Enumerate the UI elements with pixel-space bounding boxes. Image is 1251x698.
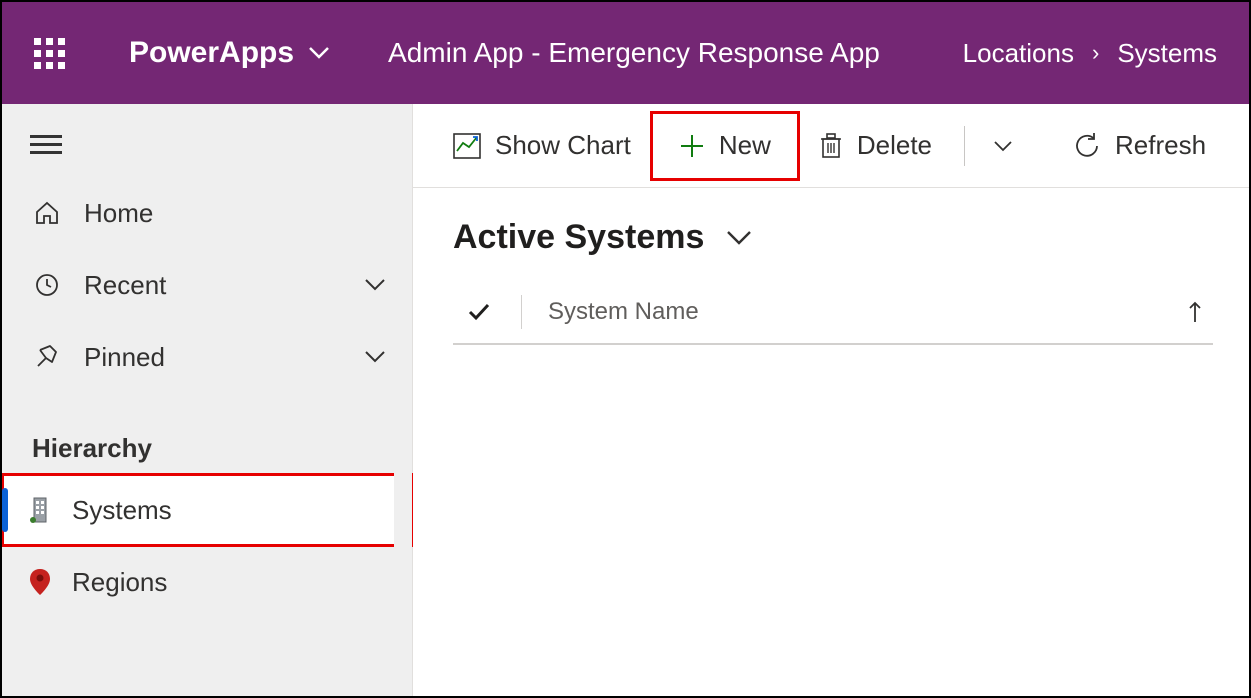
refresh-button[interactable]: Refresh bbox=[1051, 116, 1228, 176]
grid-header: System Name bbox=[453, 295, 1213, 345]
building-icon bbox=[26, 496, 54, 524]
refresh-icon bbox=[1073, 132, 1101, 160]
nav-pinned-label: Pinned bbox=[84, 342, 165, 373]
chevron-right-icon: › bbox=[1092, 40, 1099, 66]
global-header: PowerApps Admin App - Emergency Response… bbox=[2, 2, 1249, 104]
main-area: Show Chart New Delete bbox=[412, 104, 1249, 696]
select-all-checkbox[interactable] bbox=[453, 302, 491, 322]
trash-icon bbox=[819, 132, 843, 160]
chevron-down-icon[interactable] bbox=[364, 350, 386, 364]
nav-systems[interactable]: Systems bbox=[2, 474, 412, 546]
chevron-down-icon[interactable] bbox=[364, 278, 386, 292]
home-icon bbox=[32, 200, 62, 226]
breadcrumb: Locations › Systems bbox=[963, 38, 1217, 69]
nav-regions[interactable]: Regions bbox=[2, 546, 412, 618]
plus-icon bbox=[679, 133, 705, 159]
chevron-down-icon bbox=[308, 46, 330, 60]
chevron-down-icon bbox=[993, 140, 1013, 152]
view-title: Active Systems bbox=[453, 218, 704, 257]
app-title: Admin App - Emergency Response App bbox=[388, 37, 880, 69]
brand-switcher[interactable]: PowerApps bbox=[129, 36, 330, 70]
delete-label: Delete bbox=[857, 130, 932, 161]
pin-icon bbox=[32, 344, 62, 370]
nav-section-hierarchy: Hierarchy bbox=[2, 393, 412, 474]
nav-systems-label: Systems bbox=[72, 495, 172, 526]
command-bar: Show Chart New Delete bbox=[413, 104, 1249, 188]
nav-home-label: Home bbox=[84, 198, 153, 229]
nav-pinned[interactable]: Pinned bbox=[2, 321, 412, 393]
command-divider bbox=[964, 126, 965, 166]
clock-icon bbox=[32, 272, 62, 298]
show-chart-button[interactable]: Show Chart bbox=[431, 116, 653, 176]
refresh-label: Refresh bbox=[1115, 130, 1206, 161]
chart-icon bbox=[453, 133, 481, 159]
column-divider bbox=[521, 295, 522, 329]
show-chart-label: Show Chart bbox=[495, 130, 631, 161]
nav-home[interactable]: Home bbox=[2, 177, 412, 249]
scrollbar-thumb[interactable] bbox=[394, 189, 412, 549]
brand-label: PowerApps bbox=[129, 36, 294, 70]
nav-collapse-button[interactable] bbox=[2, 104, 412, 167]
breadcrumb-parent[interactable]: Locations bbox=[963, 38, 1074, 69]
new-label: New bbox=[719, 130, 771, 161]
new-button-highlight: New bbox=[653, 114, 797, 178]
column-system-name[interactable]: System Name bbox=[548, 298, 699, 326]
sort-ascending-icon[interactable] bbox=[1187, 300, 1213, 324]
nav-recent[interactable]: Recent bbox=[2, 249, 412, 321]
delete-split-button[interactable] bbox=[975, 116, 1031, 176]
scroll-up-icon[interactable]: ▲ bbox=[396, 169, 410, 183]
nav-regions-label: Regions bbox=[72, 567, 167, 598]
map-pin-icon bbox=[26, 568, 54, 596]
chevron-down-icon bbox=[726, 230, 752, 246]
new-button[interactable]: New bbox=[657, 116, 793, 176]
app-launcher-icon[interactable] bbox=[34, 38, 65, 69]
view-selector[interactable]: Active Systems bbox=[453, 218, 1213, 257]
check-icon bbox=[467, 302, 491, 322]
left-nav: ▲ Home Recent bbox=[2, 104, 412, 696]
breadcrumb-current[interactable]: Systems bbox=[1117, 38, 1217, 69]
nav-recent-label: Recent bbox=[84, 270, 166, 301]
delete-button[interactable]: Delete bbox=[797, 116, 954, 176]
